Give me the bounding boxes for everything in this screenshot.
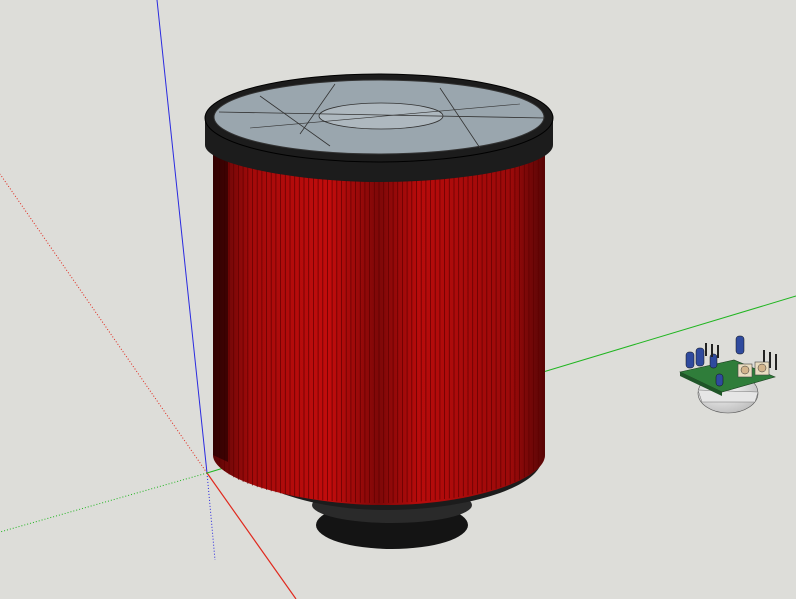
scene-canvas[interactable] <box>0 0 796 599</box>
green-axis-dotted <box>0 472 208 533</box>
capacitor <box>685 351 695 369</box>
red-axis-dotted <box>0 173 208 474</box>
capacitor <box>715 373 724 387</box>
sensor-module-model[interactable] <box>679 335 777 414</box>
blue-axis-dotted <box>206 472 216 561</box>
blue-axis-solid <box>156 0 208 474</box>
air-filter-model[interactable] <box>204 73 554 549</box>
sensor-dome-base <box>697 389 759 403</box>
filter-lid <box>213 79 546 155</box>
capacitor <box>735 335 745 355</box>
3d-viewport[interactable] <box>0 0 796 599</box>
capacitor <box>695 347 705 367</box>
filter-left-edge <box>213 150 228 462</box>
